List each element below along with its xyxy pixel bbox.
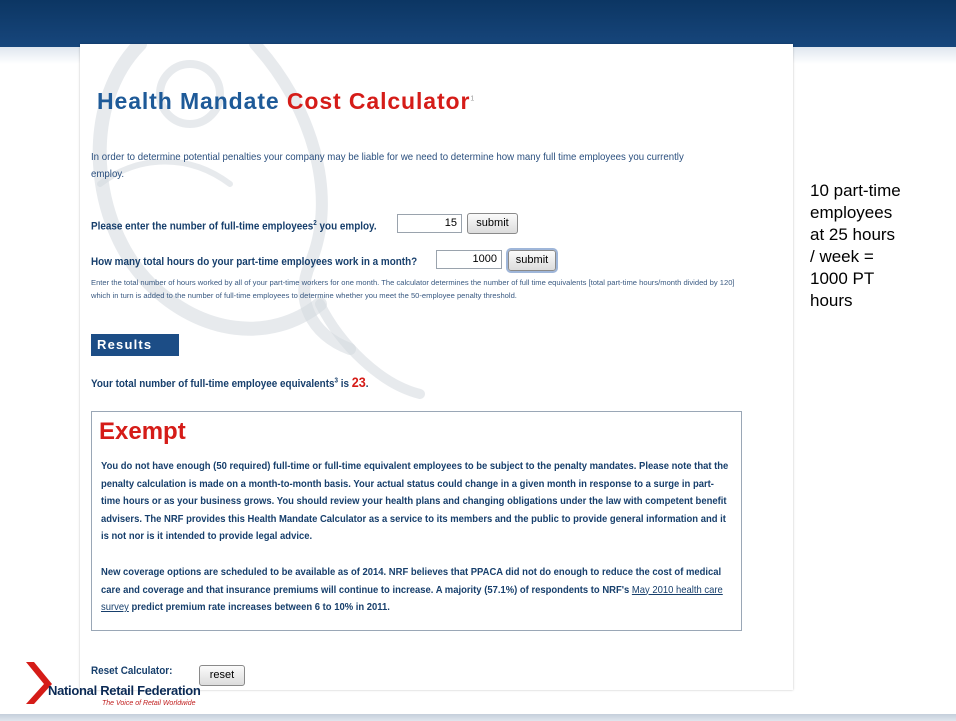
exempt-paragraph-1: You do not have enough (50 required) ful… <box>101 460 729 542</box>
parttime-label: How many total hours do your part-time e… <box>91 256 418 268</box>
exempt-p2-text-end: predict premium rate increases between 6… <box>128 601 390 613</box>
intro-text: In order to determine potential penaltie… <box>91 151 684 180</box>
calculator-panel: Health Mandate Cost Calculator1 In order… <box>80 44 793 690</box>
fulltime-label: Please enter the number of full-time emp… <box>91 220 377 233</box>
slide-bottom-line <box>0 714 956 721</box>
parttime-hours-input[interactable]: 1000 <box>436 250 502 269</box>
nrf-logo: National Retail Federation The Voice of … <box>20 660 280 710</box>
exempt-p2-text: New coverage options are scheduled to be… <box>101 566 722 596</box>
title-part-1: Health Mandate <box>97 88 280 114</box>
parttime-submit-button[interactable]: submit <box>508 250 556 271</box>
results-total: Your total number of full-time employee … <box>91 374 369 390</box>
exempt-paragraph-2: New coverage options are scheduled to be… <box>101 564 731 617</box>
logo-name: National Retail Federation <box>48 683 201 698</box>
page-title: Health Mandate Cost Calculator1 <box>97 88 474 115</box>
title-part-2: Cost Calculator <box>286 88 471 114</box>
total-label-suffix: is <box>338 378 352 390</box>
fulltime-employees-input[interactable]: 15 <box>397 214 462 233</box>
side-note: 10 part-time employees at 25 hours / wee… <box>810 181 901 310</box>
total-label: Your total number of full-time employee … <box>91 378 335 390</box>
total-value: 23 <box>351 374 366 390</box>
logo-tagline: The Voice of Retail Worldwide <box>102 700 196 707</box>
parttime-note: Enter the total number of hours worked b… <box>91 278 735 300</box>
fulltime-label-suffix: you employ. <box>316 220 377 233</box>
title-footnote: 1 <box>470 95 475 103</box>
exempt-title: Exempt <box>99 418 186 445</box>
slide-top-band <box>0 0 956 47</box>
results-header: Results <box>91 334 179 356</box>
fulltime-submit-button[interactable]: submit <box>467 213 518 234</box>
exempt-box: Exempt You do not have enough (50 requir… <box>91 411 742 631</box>
fulltime-label-text: Please enter the number of full-time emp… <box>91 220 314 233</box>
total-end: . <box>365 378 369 390</box>
